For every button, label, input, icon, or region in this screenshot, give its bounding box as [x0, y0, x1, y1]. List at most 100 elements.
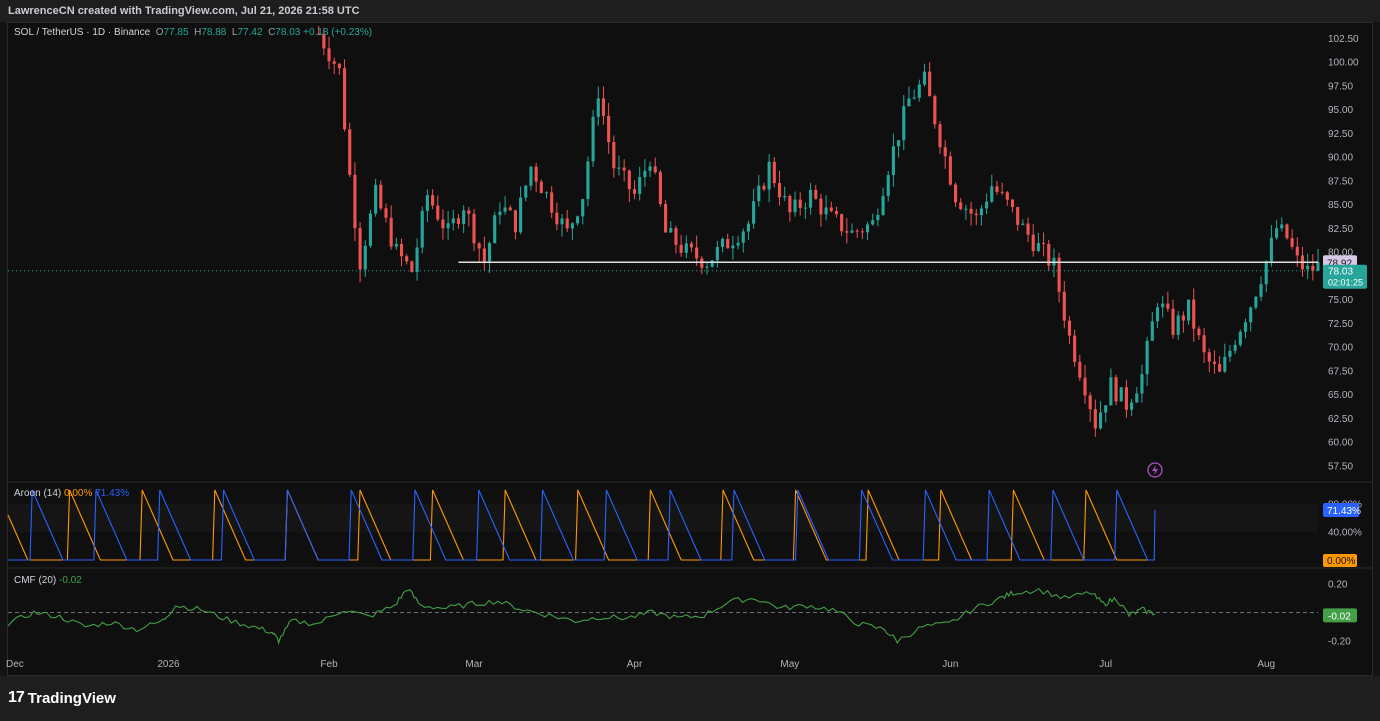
candle-body [1010, 199, 1015, 208]
candle-body [731, 245, 735, 249]
candle-body [1207, 352, 1211, 362]
candle-body [1295, 246, 1299, 256]
price-tick-label: 82.50 [1328, 224, 1353, 235]
candle-body [374, 184, 378, 214]
candle-body [928, 71, 932, 97]
candle-body [332, 61, 336, 64]
candle-body [850, 230, 854, 233]
aroon-down-value: 0.00% [64, 488, 93, 499]
aroon-up-value: 71.43% [95, 488, 130, 499]
candle-body [1124, 387, 1128, 410]
candle-body [757, 185, 761, 202]
candle-body [581, 199, 585, 217]
candle-body [1264, 261, 1268, 285]
symbol-legend: SOL / TetherUS · 1D · Binance O77.85 H78… [14, 27, 373, 38]
ohlc-high: 78.88 [201, 27, 227, 38]
time-tick-label: Mar [465, 659, 483, 670]
candle-body [1083, 377, 1087, 396]
candle-body [1306, 265, 1310, 270]
time-tick-label: Dec [6, 659, 24, 670]
candle-body [979, 208, 983, 216]
ohlc-change: +0.18 [303, 27, 329, 38]
candle-body [710, 260, 714, 267]
candle-body [441, 219, 445, 229]
symbol-title[interactable]: SOL / TetherUS · 1D · Binance [14, 27, 150, 38]
candle-body [601, 98, 606, 116]
candle-body [1275, 228, 1279, 238]
candle-body [985, 201, 989, 209]
candle-body [1161, 303, 1165, 308]
cmf-title[interactable]: CMF (20) [14, 575, 56, 586]
price-tick-label: 67.50 [1328, 366, 1353, 377]
cmf-legend: CMF (20) -0.02 [14, 575, 82, 586]
candle-body [736, 242, 740, 246]
candle-body [1311, 265, 1315, 271]
candle-body [1021, 223, 1025, 225]
candle-body [1062, 291, 1066, 321]
candle-body [1233, 344, 1237, 351]
aroon-down-axis-label: 0.00% [1327, 556, 1355, 567]
candle-body [607, 115, 611, 143]
candle-body [1212, 361, 1216, 364]
candle-body [726, 238, 730, 249]
candle-body [990, 186, 994, 202]
price-tick-label: 60.00 [1328, 438, 1353, 449]
aroon-title[interactable]: Aroon (14) [14, 488, 61, 499]
candle-body [917, 84, 921, 98]
candle-body [669, 228, 673, 233]
candle-body [1176, 315, 1180, 335]
candle-body [1016, 207, 1020, 225]
candle-body [886, 175, 890, 196]
candle-body [907, 98, 911, 107]
candle-body [912, 97, 916, 99]
cmf-tick-label: 0.20 [1328, 580, 1348, 591]
candle-body [1280, 224, 1284, 229]
aroon-up-axis-label: 71.43% [1327, 506, 1361, 517]
candle-body [508, 207, 512, 211]
candle-body [1078, 361, 1082, 378]
candle-body [1243, 322, 1248, 332]
candle-body [498, 211, 502, 216]
price-tick-label: 65.00 [1328, 390, 1353, 401]
candle-body [1166, 303, 1170, 309]
candle-body [529, 166, 533, 186]
candle-body [638, 177, 642, 194]
price-tick-label: 57.50 [1328, 461, 1353, 472]
candle-body [803, 207, 807, 209]
candle-body [653, 166, 657, 173]
time-tick-label: Apr [627, 659, 643, 670]
candle-body [1218, 363, 1222, 372]
candle-body [762, 185, 766, 190]
candle-body [560, 218, 564, 225]
candle-body [897, 140, 901, 147]
candle-body [876, 214, 880, 221]
tradingview-logo[interactable]: 17 TradingView [8, 689, 116, 707]
candle-body [358, 228, 362, 270]
chart-canvas[interactable]: 102.50 100.00 97.50 95.00 92.50 90.00 87.50 85.… [0, 0, 1380, 721]
cmf-line [7, 587, 1156, 646]
candle-body [462, 210, 466, 224]
time-tick-label: 2026 [157, 659, 180, 670]
price-tick-label: 85.00 [1328, 200, 1353, 211]
candle-body [493, 215, 497, 244]
candle-body [591, 116, 595, 162]
candle-body [379, 184, 383, 209]
candle-body [1104, 405, 1108, 413]
candle-body [664, 203, 668, 233]
candle-body [902, 106, 906, 141]
candle-body [643, 170, 647, 178]
candle-body [1088, 395, 1092, 410]
aroon-legend: Aroon (14) 0.00% 71.43% [14, 488, 129, 499]
candle-body [337, 63, 341, 69]
candle-body [829, 207, 833, 212]
candle-body [1036, 243, 1040, 252]
candle-body [617, 167, 621, 169]
time-tick-label: Aug [1257, 659, 1275, 670]
candle-body [922, 71, 927, 85]
candle-body [938, 124, 942, 148]
bar-countdown-label: 02:01:25 [1328, 278, 1363, 288]
candle-body [752, 201, 756, 224]
aroon-tick-label: 40.00% [1328, 528, 1362, 539]
candle-body [534, 166, 538, 182]
candle-body [1290, 238, 1294, 247]
